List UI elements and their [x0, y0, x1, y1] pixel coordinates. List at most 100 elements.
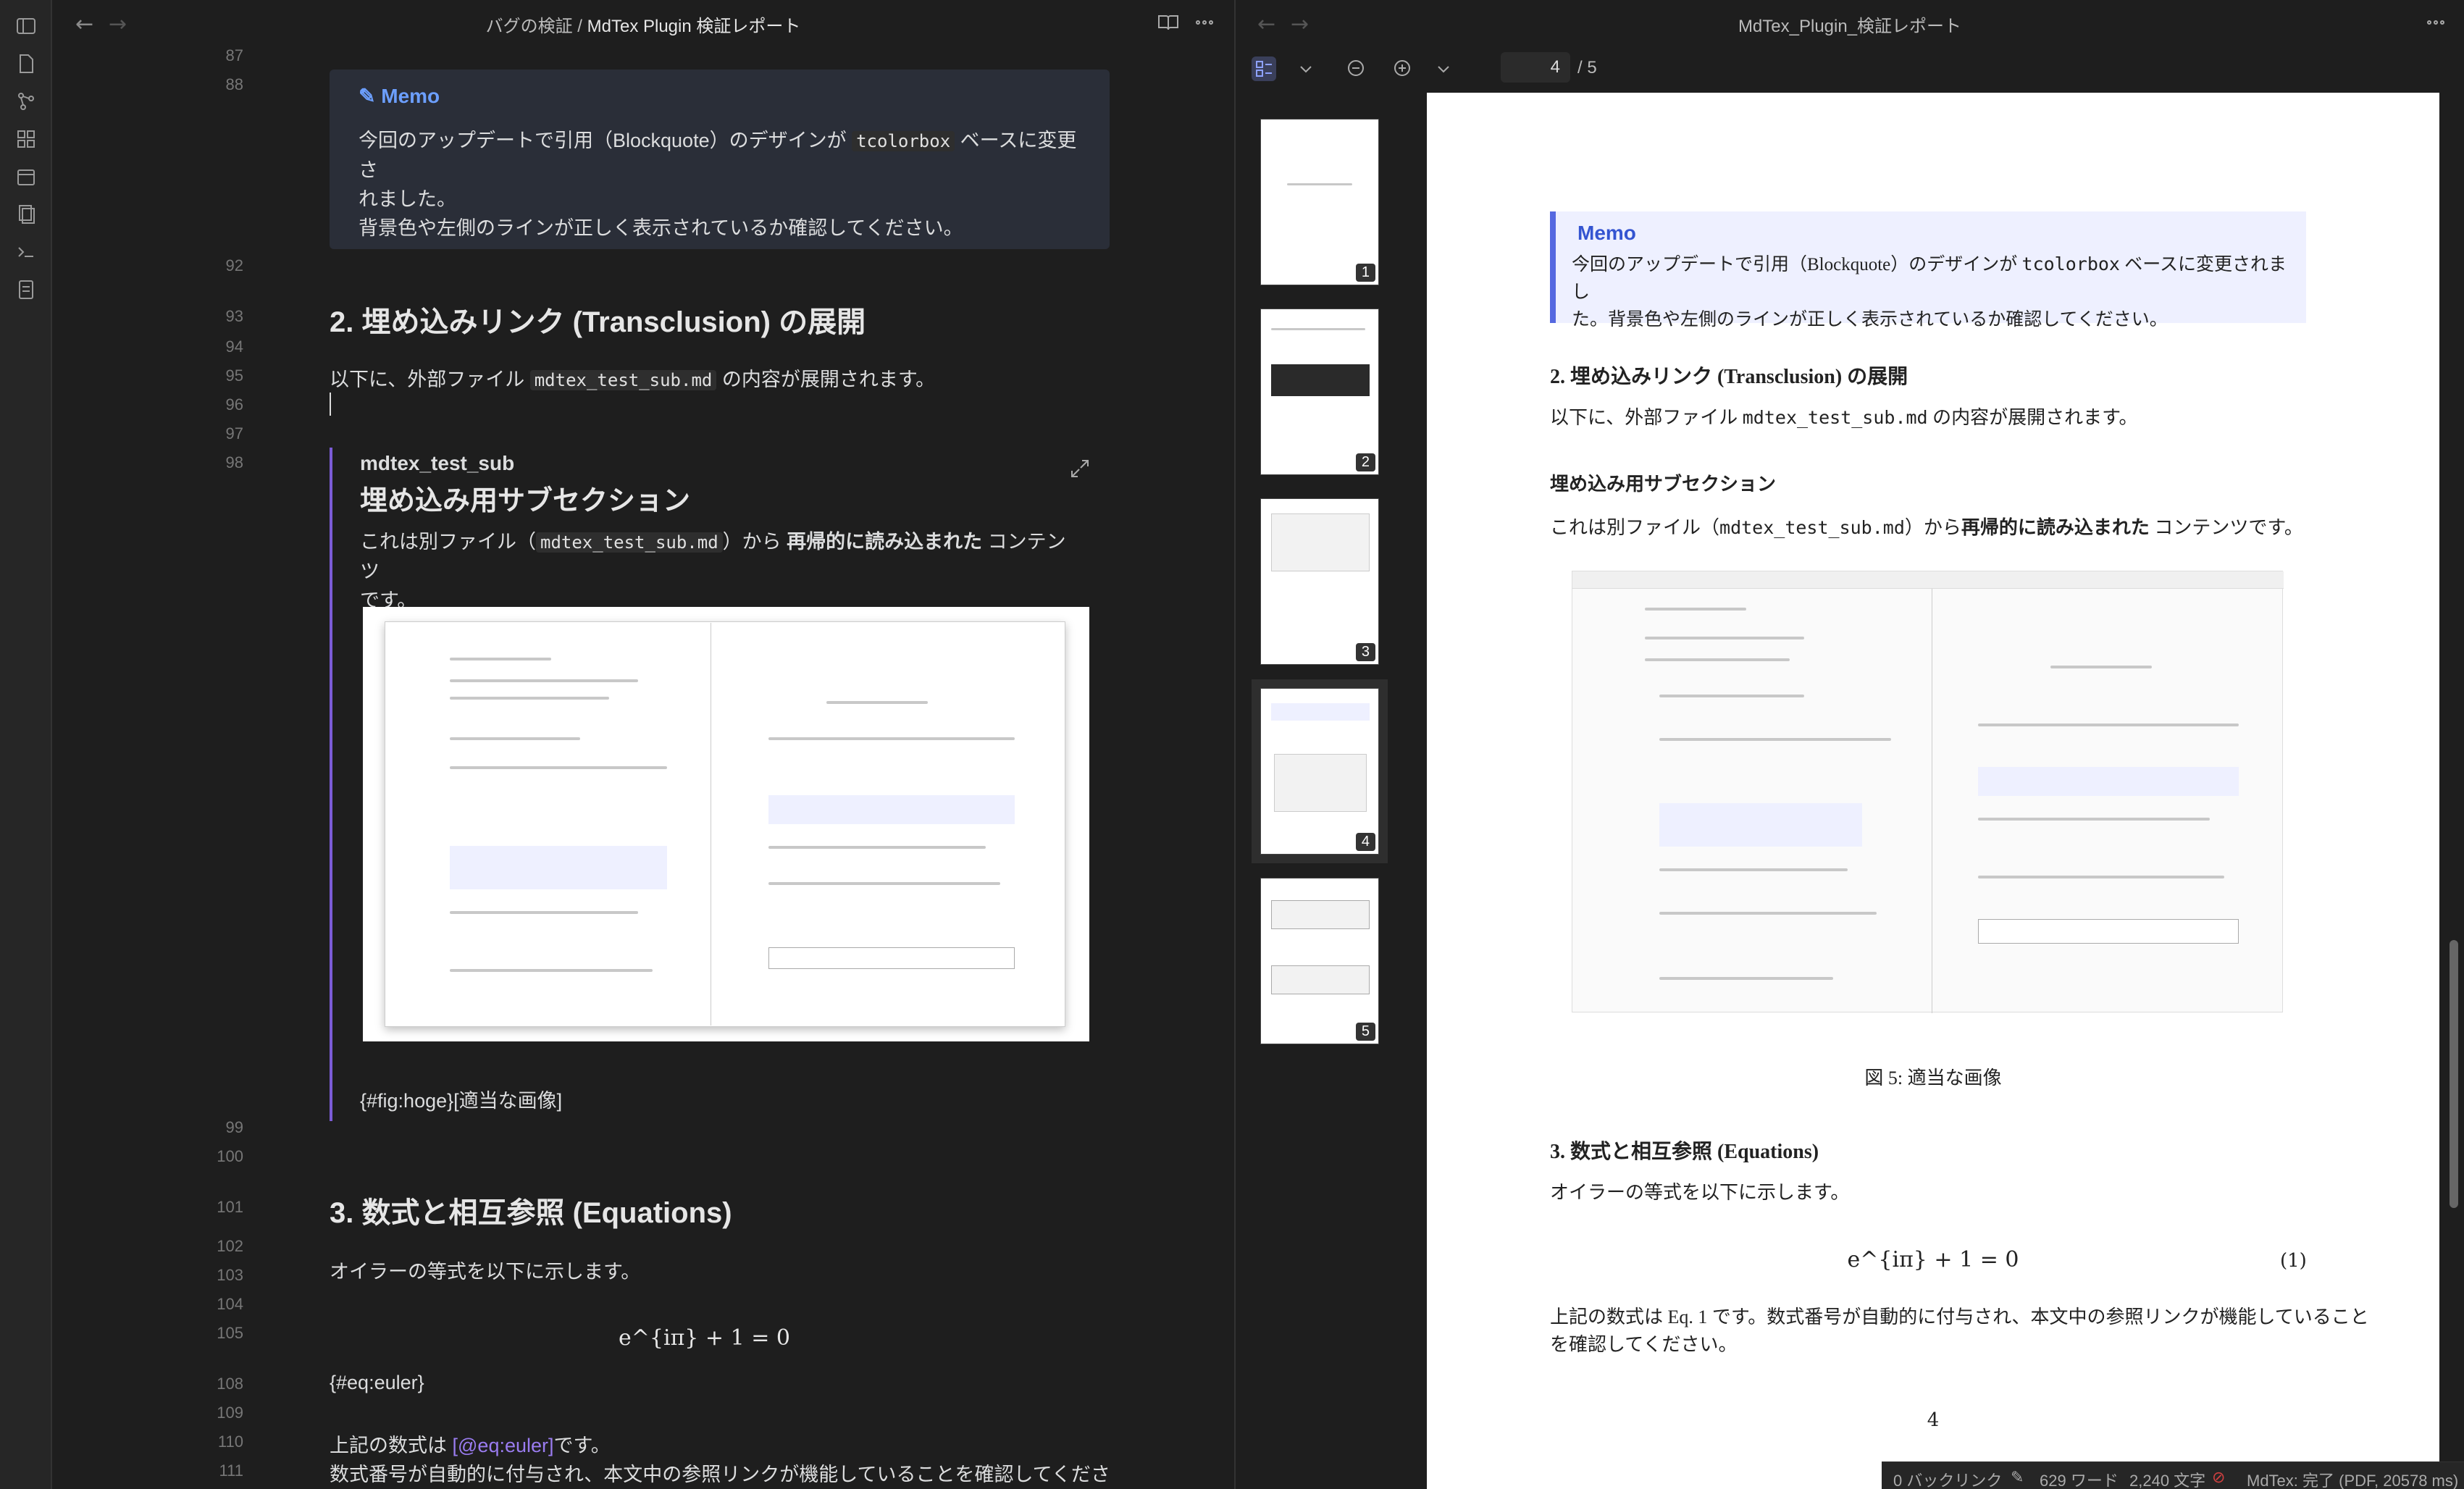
thumbnail-page-number: 5: [1355, 1023, 1375, 1041]
paragraph-text: 上記の数式は: [330, 1435, 447, 1456]
line-number: 103: [217, 1266, 243, 1284]
page-thumbnail[interactable]: 5: [1260, 878, 1379, 1044]
status-bar: 0 バックリンク ✎ 629 ワード 2,240 文字 ⊘ MdTex: 完了 …: [1882, 1461, 2464, 1489]
thumbnail-toggle-icon[interactable]: [1252, 56, 1276, 81]
left-ribbon: [0, 0, 52, 1489]
paragraph-euler: オイラーの等式を以下に示します。: [330, 1261, 641, 1283]
memo-title-text: Memo: [381, 85, 440, 107]
line-number: 95: [225, 366, 243, 385]
embedded-screenshot-image: [363, 607, 1089, 1041]
pdf-memo-box: Memo 今回のアップデートで引用（Blockquote）のデザインが tcol…: [1550, 211, 2306, 330]
pdf-paragraph-subsection: これは別ファイル（mdtex_test_sub.md）から再帰的に読み込まれた …: [1550, 513, 2303, 540]
thumbnail-page-number: 3: [1355, 643, 1375, 661]
pdf-equation-number: (1): [2280, 1250, 2307, 1272]
line-number: 94: [225, 337, 243, 356]
embed-heading: 埋め込み用サブセクション: [360, 486, 691, 516]
line-number: 92: [225, 256, 243, 274]
embed-caption: {#fig:hoge}[適当な画像]: [360, 1090, 563, 1112]
templates-icon[interactable]: [14, 203, 38, 226]
page-thumbnail-current[interactable]: 4: [1252, 679, 1388, 863]
memo-title: ✎ Memo: [359, 84, 440, 108]
line-number: 99: [225, 1118, 243, 1136]
memo-callout[interactable]: ✎ Memo 今回のアップデートで引用（Blockquote）のデザインが tc…: [330, 70, 1110, 249]
memo-body: 今回のアップデートで引用（Blockquote）のデザインが tcolorbox…: [359, 126, 1088, 243]
page-number-input[interactable]: 4: [1501, 52, 1570, 83]
memo-text: れました。: [359, 188, 456, 210]
page-thumbnail[interactable]: 1: [1260, 119, 1379, 285]
text-cursor: [330, 393, 331, 416]
pdf-code: mdtex_test_sub.md: [1719, 517, 1905, 538]
pdf-more-options-icon[interactable]: [2423, 10, 2448, 35]
pdf-paragraph-transclusion: 以下に、外部ファイル mdtex_test_sub.md の内容が展開されます。: [1550, 403, 2138, 429]
equation-ref-link[interactable]: [@eq:euler]: [453, 1435, 554, 1456]
zoom-out-icon[interactable]: [1344, 56, 1369, 81]
line-number: 108: [217, 1375, 243, 1393]
embed-text: これは別ファイル（: [360, 531, 536, 553]
thumbnail-page-number: 2: [1355, 453, 1375, 471]
pdf-code: mdtex_test_sub.md: [1742, 407, 1928, 428]
page-thumbnail[interactable]: 3: [1260, 498, 1379, 665]
line-number: 110: [217, 1433, 243, 1451]
page-thumbnail[interactable]: 2: [1260, 309, 1379, 475]
backlinks-count[interactable]: 0 バックリンク: [1893, 1468, 2002, 1489]
editor-header: ← → バグの検証 / MdTex Plugin 検証レポート: [54, 0, 1233, 46]
heading-equations: 3. 数式と相互参照 (Equations): [330, 1197, 732, 1229]
embed-bold-text: 再帰的に読み込まれた: [787, 531, 983, 553]
sidebar-toggle-icon[interactable]: [14, 14, 38, 38]
pdf-scrollbar[interactable]: [2450, 940, 2458, 1208]
breadcrumb: バグの検証 / MdTex Plugin 検証レポート: [54, 12, 1233, 37]
sidebar-dropdown-chevron-icon[interactable]: [1294, 56, 1318, 81]
zoom-in-icon[interactable]: [1391, 56, 1415, 81]
pdf-paragraph-reference: 上記の数式は Eq. 1 です。数式番号が自動的に付与され、本文中の参照リンクが…: [1550, 1306, 2369, 1327]
pencil-icon: ✎: [359, 85, 382, 107]
line-number: 97: [225, 424, 243, 442]
breadcrumb-separator: /: [577, 17, 582, 36]
pdf-heading-equations: 3. 数式と相互参照 (Equations): [1550, 1141, 1819, 1163]
canvas-icon[interactable]: [14, 127, 38, 151]
embed-text: ）から: [722, 531, 781, 553]
thumbnail-page-number: 1: [1355, 264, 1375, 282]
zoom-dropdown-chevron-icon[interactable]: [1431, 56, 1456, 81]
breadcrumb-folder[interactable]: バグの検証: [486, 17, 573, 36]
sync-off-icon[interactable]: ⊘: [2212, 1468, 2225, 1487]
pdf-figure-image: [1572, 571, 2284, 1013]
paragraph-text: 以下に、外部ファイル: [330, 369, 525, 390]
document-icon[interactable]: [14, 278, 38, 301]
calendar-icon[interactable]: [14, 165, 38, 188]
pdf-memo-body: 今回のアップデートで引用（Blockquote）のデザインが tcolorbox…: [1572, 251, 2290, 334]
pdf-memo-code: tcolorbox: [2021, 253, 2120, 274]
open-file-icon[interactable]: [14, 52, 38, 75]
line-number: 87: [225, 46, 243, 64]
pdf-heading-subsection: 埋め込み用サブセクション: [1550, 474, 1777, 495]
pdf-toolbar: 4 / 5: [1236, 46, 2464, 93]
terminal-icon[interactable]: [14, 240, 38, 264]
pdf-page: Memo 今回のアップデートで引用（Blockquote）のデザインが tcol…: [1427, 93, 2439, 1489]
reading-view-icon[interactable]: [1156, 10, 1181, 35]
graph-view-icon[interactable]: [14, 90, 38, 113]
memo-text: 背景色や左側のラインが正しく表示されているか確認してください。: [359, 217, 963, 239]
open-link-icon[interactable]: [1069, 458, 1091, 479]
equation-label: {#eq:euler}: [330, 1372, 424, 1393]
pdf-figure-caption: 図 5: 適当な画像: [1864, 1068, 2002, 1089]
embed-filename[interactable]: mdtex_test_sub: [360, 452, 514, 475]
breadcrumb-file[interactable]: MdTex Plugin 検証レポート: [587, 17, 801, 36]
pdf-text: これは別ファイル（: [1550, 517, 1720, 538]
embed-paragraph: これは別ファイル（ mdtex_test_sub.md ）から 再帰的に読み込まれた…: [360, 527, 1070, 615]
mdtex-status[interactable]: MdTex: 完了 (PDF, 20578 ms): [2247, 1468, 2458, 1489]
pdf-memo-text: 今回のアップデートで引用（Blockquote）のデザインが: [1572, 255, 2018, 274]
word-count: 629 ワード: [2040, 1472, 2119, 1489]
more-options-icon[interactable]: [1192, 10, 1217, 35]
line-number: 100: [217, 1147, 243, 1165]
line-number: 88: [225, 75, 243, 93]
embedded-note[interactable]: mdtex_test_sub 埋め込み用サブセクション これは別ファイル（ mdt…: [330, 448, 1110, 1121]
paragraph-reference-line2: 数式番号が自動的に付与され、本文中の参照リンクが機能していることを確認してくださ: [330, 1464, 1110, 1485]
pdf-text: の内容が展開されます。: [1932, 407, 2138, 428]
pdf-thumbnail-sidebar: 1 2 3 4 5: [1236, 93, 1427, 1489]
paragraph-transclusion: 以下に、外部ファイル mdtex_test_sub.md の内容が展開されます。: [330, 364, 935, 392]
pdf-text: ）から: [1904, 517, 1961, 538]
pdf-title: MdTex_Plugin_検証レポート: [1738, 17, 1962, 36]
pdf-paragraph-reference-line2: を確認してください。: [1550, 1334, 1738, 1355]
edit-pencil-icon[interactable]: ✎: [2011, 1468, 2024, 1487]
line-number: 109: [217, 1404, 243, 1422]
line-number: 96: [225, 395, 243, 414]
